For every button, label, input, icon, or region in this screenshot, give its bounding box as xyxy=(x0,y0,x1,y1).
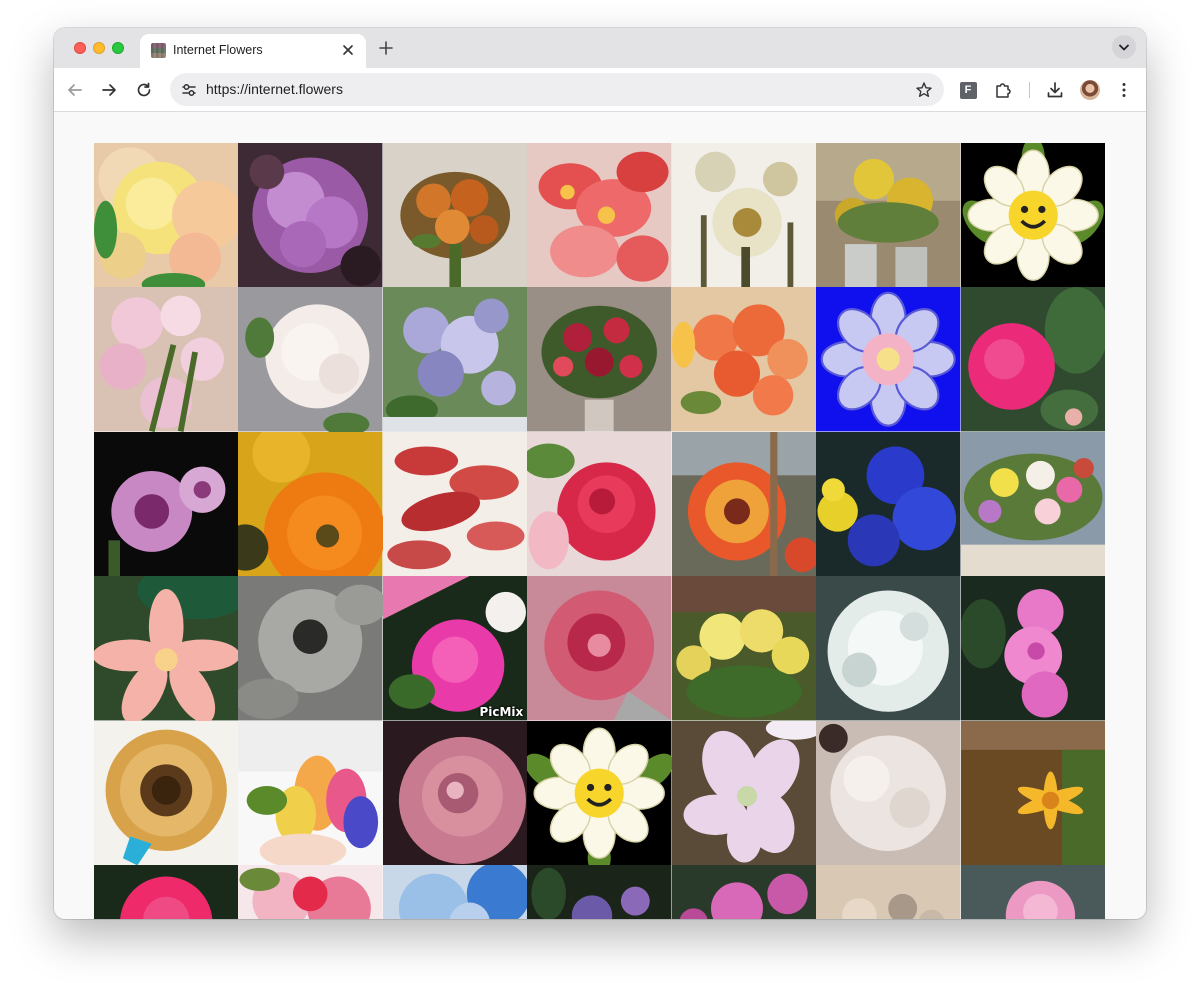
browser-toolbar: https://internet.flowers F xyxy=(54,68,1146,112)
flower-image-pink-white-phlox[interactable] xyxy=(94,287,239,432)
address-bar[interactable]: https://internet.flowers xyxy=(170,73,944,106)
flower-image-yellow-daisy-fence[interactable] xyxy=(960,720,1105,866)
chevron-down-icon[interactable] xyxy=(1112,35,1136,59)
toolbar-divider xyxy=(1029,82,1030,98)
picmix-watermark: PicMix xyxy=(479,704,524,719)
flower-image-pink-carnation-partial[interactable] xyxy=(960,865,1105,919)
arrow-right-icon[interactable] xyxy=(97,78,121,102)
download-icon[interactable] xyxy=(1043,78,1067,102)
flower-image-white-peony[interactable] xyxy=(238,287,383,432)
flower-image-purple-spider-mum[interactable] xyxy=(94,431,239,577)
close-icon[interactable] xyxy=(340,42,356,58)
page-content: PicMix xyxy=(54,112,1146,919)
flower-image-magenta-flower-partial[interactable] xyxy=(94,865,239,919)
flower-image-orange-gerbera[interactable] xyxy=(238,431,383,577)
flower-image-pink-blossoms-partial[interactable] xyxy=(238,865,383,919)
flower-image-pink-rose-closeup[interactable] xyxy=(382,720,528,866)
flower-image-white-daisy-blur[interactable] xyxy=(671,143,817,288)
flower-image-purple-flowers-dark-partial[interactable] xyxy=(527,865,672,919)
flower-image-grey-blurry-flower[interactable] xyxy=(238,576,383,721)
flower-image-red-bouquet-vase[interactable] xyxy=(527,287,672,432)
flower-gallery: PicMix xyxy=(94,143,1105,919)
flower-image-orange-flower-bunch[interactable] xyxy=(671,287,817,432)
flower-image-white-mum[interactable] xyxy=(816,576,961,721)
flower-image-pink-rose-picmix[interactable]: PicMix xyxy=(382,576,528,721)
flower-image-red-pink-orchids[interactable] xyxy=(527,143,672,288)
flower-image-pale-pink-geranium[interactable] xyxy=(671,720,817,866)
flower-image-dried-flowers-partial[interactable] xyxy=(816,865,961,919)
flower-image-red-rose[interactable] xyxy=(527,431,672,577)
flower-image-smiley-daisy-pixel[interactable] xyxy=(960,143,1105,288)
kebab-menu-icon[interactable] xyxy=(1112,78,1136,102)
flower-image-yellow-roses-bush[interactable] xyxy=(671,576,817,721)
flower-image-white-flower-blur[interactable] xyxy=(816,720,961,866)
tab-strip: Internet Flowers xyxy=(54,28,1146,68)
extension-f-button[interactable]: F xyxy=(956,78,980,102)
reload-icon[interactable] xyxy=(132,78,156,102)
flower-image-red-painted-petals[interactable] xyxy=(382,431,528,577)
flower-image-pink-pixel-flower-blue[interactable] xyxy=(816,287,961,432)
flower-collage-favicon xyxy=(151,43,166,58)
flower-image-magenta-flower-green[interactable] xyxy=(960,287,1105,432)
flower-image-yellow-flowers-in-vases[interactable] xyxy=(816,143,961,288)
minimize-window-button[interactable] xyxy=(93,42,105,54)
flower-image-red-rose-blur[interactable] xyxy=(527,576,672,721)
browser-window: Internet Flowers https://internet.flower… xyxy=(54,28,1146,919)
tab-internet-flowers[interactable]: Internet Flowers xyxy=(140,34,366,68)
flower-image-lilac-bouquet[interactable] xyxy=(382,287,528,432)
plus-icon[interactable] xyxy=(376,38,396,58)
flower-image-blue-pansies[interactable] xyxy=(816,431,961,577)
flower-image-yellow-peach-roses[interactable] xyxy=(94,143,239,288)
flower-image-orange-gaillardia[interactable] xyxy=(671,431,817,577)
tab-title: Internet Flowers xyxy=(173,43,263,57)
flower-image-blue-hydrangea-partial[interactable] xyxy=(382,865,528,919)
flower-image-colorful-bouquet[interactable] xyxy=(238,720,383,866)
tune-icon[interactable] xyxy=(178,79,200,101)
flower-image-pink-lily[interactable] xyxy=(94,576,239,721)
flower-image-smiley-daisy-pixel-2[interactable] xyxy=(527,720,672,866)
arrow-left-icon[interactable] xyxy=(63,78,87,102)
flower-image-purple-blurry-flower[interactable] xyxy=(238,143,383,288)
flower-image-pink-aster-partial[interactable] xyxy=(671,865,817,919)
extension-f-label: F xyxy=(959,81,977,99)
avatar[interactable] xyxy=(1080,80,1100,100)
flower-image-pink-orchid-dark[interactable] xyxy=(960,576,1105,721)
star-icon[interactable] xyxy=(914,80,934,100)
flower-image-orange-bouquet[interactable] xyxy=(382,143,528,288)
url-text: https://internet.flowers xyxy=(206,81,343,97)
close-window-button[interactable] xyxy=(74,42,86,54)
puzzle-icon[interactable] xyxy=(991,78,1015,102)
flower-image-sunflower[interactable] xyxy=(94,720,239,866)
zoom-window-button[interactable] xyxy=(112,42,124,54)
flower-image-mixed-bouquet[interactable] xyxy=(960,431,1105,577)
